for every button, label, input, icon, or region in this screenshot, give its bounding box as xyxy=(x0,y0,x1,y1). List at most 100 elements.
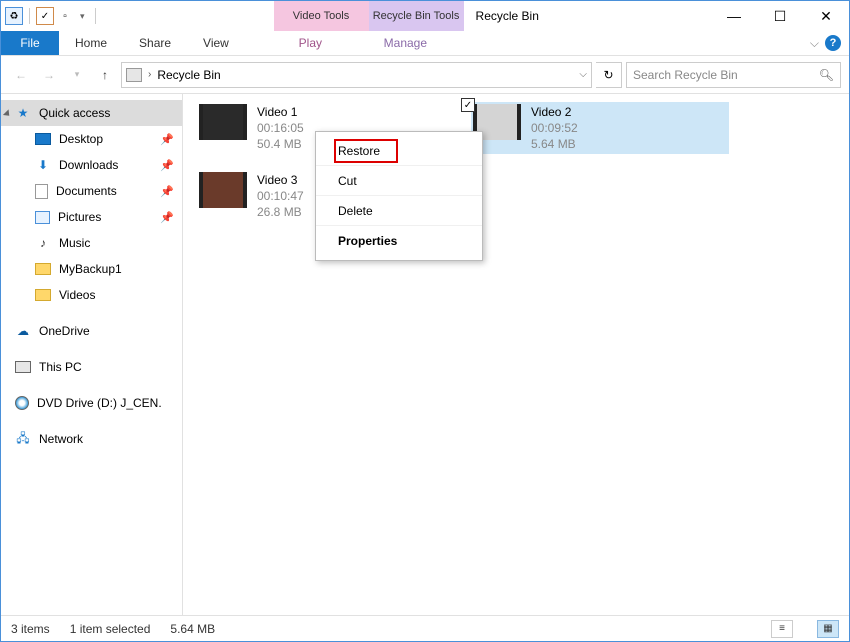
sidebar-item-onedrive[interactable]: ☁ OneDrive xyxy=(1,318,182,344)
pictures-icon xyxy=(35,211,50,224)
content-pane[interactable]: Video 1 00:16:05 50.4 MB ✓ Video 2 00:09… xyxy=(183,94,849,616)
ribbon-tabs: File Home Share View Play Manage ⌵ ? xyxy=(1,31,849,56)
sidebar-item-dvd-drive[interactable]: DVD Drive (D:) J_CEN. xyxy=(1,390,182,416)
desktop-icon xyxy=(35,133,51,145)
help-icon[interactable]: ? xyxy=(825,35,841,51)
refresh-button[interactable]: ↻ xyxy=(596,62,622,88)
title-bar: ♻ ✓ ▫ ▾ Video Tools Recycle Bin Tools Re… xyxy=(1,1,849,31)
sidebar-item-music[interactable]: ♪ Music xyxy=(1,230,182,256)
manage-tab[interactable]: Manage xyxy=(358,31,453,55)
minimize-button[interactable]: — xyxy=(711,1,757,31)
context-menu-restore[interactable]: Restore xyxy=(316,136,482,166)
context-menu-cut[interactable]: Cut xyxy=(316,166,482,196)
sidebar-item-this-pc[interactable]: This PC xyxy=(1,354,182,380)
properties-qat-icon[interactable]: ✓ xyxy=(36,7,54,25)
window-title: Recycle Bin xyxy=(464,1,711,31)
sidebar-item-mybackup1[interactable]: MyBackup1 xyxy=(1,256,182,282)
share-tab[interactable]: Share xyxy=(123,31,187,55)
context-tabs: Video Tools Recycle Bin Tools xyxy=(274,1,464,31)
sidebar-label: Quick access xyxy=(39,106,110,120)
status-bar: 3 items 1 item selected 5.64 MB ≡ ▦ xyxy=(1,615,849,641)
separator xyxy=(95,8,96,24)
recyclebin-qat-icon[interactable]: ♻ xyxy=(5,7,23,25)
file-size: 50.4 MB xyxy=(257,136,304,152)
breadcrumb-dropdown-icon[interactable]: ⌵ xyxy=(579,69,587,80)
recent-dropdown-icon[interactable]: ▾ xyxy=(65,63,89,87)
status-item-count: 3 items xyxy=(11,622,50,636)
search-input[interactable]: Search Recycle Bin 🔍︎ xyxy=(626,62,841,88)
file-name: Video 2 xyxy=(531,104,578,120)
navigation-pane: ★ Quick access Desktop 📌 ⬇ Downloads 📌 D… xyxy=(1,94,183,616)
qat-dropdown-icon[interactable]: ▾ xyxy=(76,11,89,22)
pin-icon: 📌 xyxy=(160,133,174,146)
status-selected-size: 5.64 MB xyxy=(170,622,215,636)
thispc-icon xyxy=(15,361,31,373)
up-button[interactable]: ↑ xyxy=(93,63,117,87)
star-icon: ★ xyxy=(15,105,31,121)
play-tab[interactable]: Play xyxy=(263,31,358,55)
sidebar-item-quick-access[interactable]: ★ Quick access xyxy=(1,100,182,126)
context-tab-video-tools[interactable]: Video Tools xyxy=(274,1,369,31)
documents-icon xyxy=(35,184,48,199)
sidebar-label: DVD Drive (D:) J_CEN. xyxy=(37,396,162,410)
folder-icon xyxy=(35,263,51,275)
sidebar-label: Network xyxy=(39,432,83,446)
context-menu: Restore Cut Delete Properties xyxy=(315,131,483,261)
sidebar-label: OneDrive xyxy=(39,324,90,338)
maximize-button[interactable]: ☐ xyxy=(757,1,803,31)
home-tab[interactable]: Home xyxy=(59,31,123,55)
breadcrumb-location[interactable]: Recycle Bin xyxy=(157,68,220,82)
sidebar-label: Downloads xyxy=(59,158,118,172)
search-placeholder: Search Recycle Bin xyxy=(633,68,738,82)
sidebar-label: Documents xyxy=(56,184,117,198)
pin-icon: 📌 xyxy=(160,159,174,172)
sidebar-label: Videos xyxy=(59,288,95,302)
address-bar-row: ← → ▾ ↑ › Recycle Bin ⌵ ↻ Search Recycle… xyxy=(1,56,849,94)
quick-access-toolbar: ♻ ✓ ▫ ▾ xyxy=(1,1,104,31)
view-details-button[interactable]: ≡ xyxy=(771,620,793,638)
sidebar-item-network[interactable]: 🖧 Network xyxy=(1,426,182,452)
chevron-right-icon[interactable]: › xyxy=(148,69,151,80)
menu-label: Properties xyxy=(338,234,397,248)
pin-icon: 📌 xyxy=(160,211,174,224)
sidebar-label: Pictures xyxy=(58,210,101,224)
file-item-video-2[interactable]: ✓ Video 2 00:09:52 5.64 MB xyxy=(471,102,729,154)
close-button[interactable]: ✕ xyxy=(803,1,849,31)
sidebar-label: Music xyxy=(59,236,90,250)
downloads-icon: ⬇ xyxy=(35,157,51,173)
video-thumbnail-icon xyxy=(199,172,247,208)
window-controls: — ☐ ✕ xyxy=(711,1,849,31)
sidebar-item-videos[interactable]: Videos xyxy=(1,282,182,308)
search-icon: 🔍︎ xyxy=(819,68,834,82)
selected-checkmark-icon[interactable]: ✓ xyxy=(461,98,475,112)
newfolder-qat-icon[interactable]: ▫ xyxy=(56,7,74,25)
file-tab[interactable]: File xyxy=(1,31,59,55)
context-tab-recycle-bin-tools[interactable]: Recycle Bin Tools xyxy=(369,1,464,31)
file-size: 5.64 MB xyxy=(531,136,578,152)
sidebar-label: MyBackup1 xyxy=(59,262,122,276)
menu-label: Restore xyxy=(338,144,380,158)
menu-label: Cut xyxy=(338,174,357,188)
folder-icon xyxy=(35,289,51,301)
file-duration: 00:10:47 xyxy=(257,188,304,204)
pin-icon: 📌 xyxy=(160,185,174,198)
forward-button[interactable]: → xyxy=(37,63,61,87)
video-thumbnail-icon xyxy=(199,104,247,140)
breadcrumb[interactable]: › Recycle Bin ⌵ xyxy=(121,62,592,88)
context-menu-properties[interactable]: Properties xyxy=(316,226,482,256)
sidebar-item-downloads[interactable]: ⬇ Downloads 📌 xyxy=(1,152,182,178)
file-name: Video 3 xyxy=(257,172,304,188)
separator xyxy=(29,8,30,24)
sidebar-label: Desktop xyxy=(59,132,103,146)
ribbon-controls: ⌵ ? xyxy=(802,31,849,55)
context-menu-delete[interactable]: Delete xyxy=(316,196,482,226)
ribbon-expand-icon[interactable]: ⌵ xyxy=(810,36,819,51)
sidebar-label: This PC xyxy=(39,360,82,374)
view-tab[interactable]: View xyxy=(187,31,245,55)
view-tiles-button[interactable]: ▦ xyxy=(817,620,839,638)
sidebar-item-documents[interactable]: Documents 📌 xyxy=(1,178,182,204)
back-button[interactable]: ← xyxy=(9,63,33,87)
sidebar-item-desktop[interactable]: Desktop 📌 xyxy=(1,126,182,152)
file-duration: 00:09:52 xyxy=(531,120,578,136)
sidebar-item-pictures[interactable]: Pictures 📌 xyxy=(1,204,182,230)
